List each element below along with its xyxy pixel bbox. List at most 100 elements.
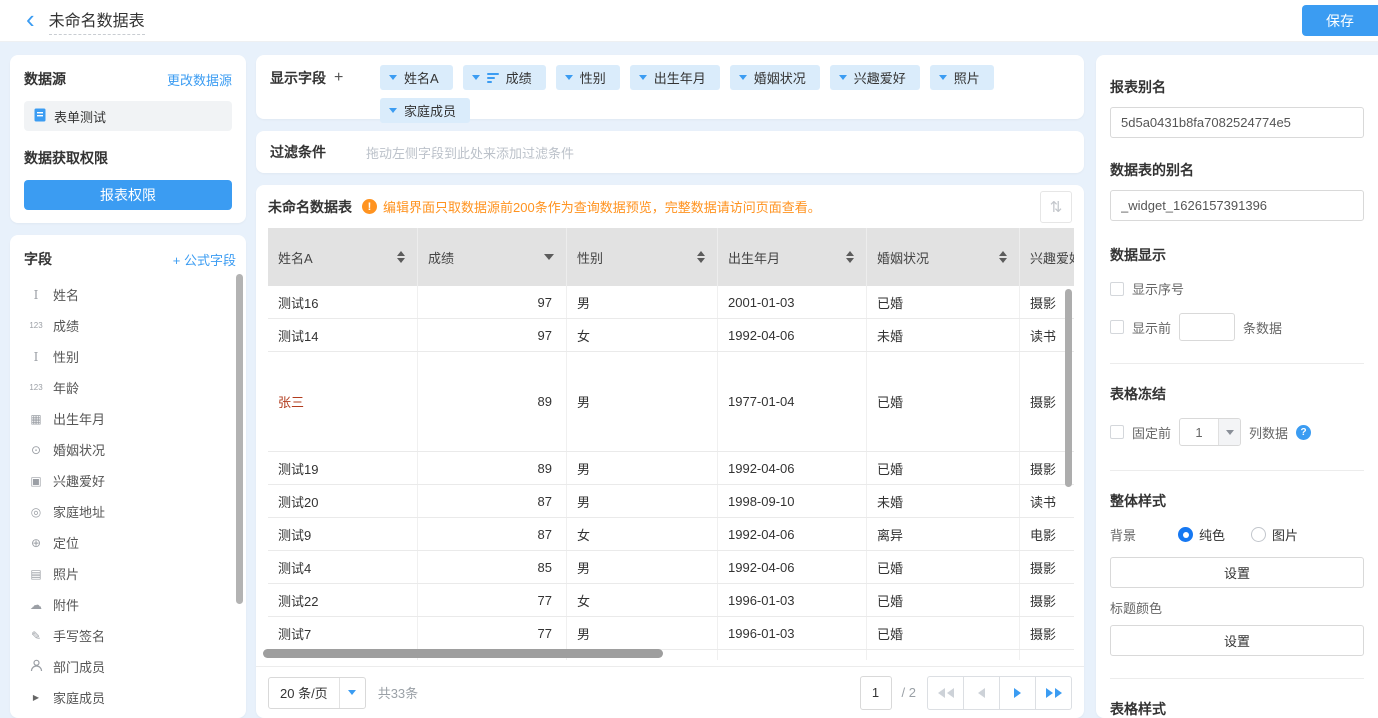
page-number-input[interactable]: 1 bbox=[860, 676, 892, 710]
display-fields-heading: 显示字段 bbox=[270, 68, 326, 88]
field-item[interactable]: ▣兴趣爱好 bbox=[24, 465, 236, 496]
column-header[interactable]: 兴趣爱好 bbox=[1020, 228, 1074, 286]
field-item[interactable]: ▦出生年月 bbox=[24, 403, 236, 434]
report-permission-button[interactable]: 报表权限 bbox=[24, 180, 232, 210]
column-label: 婚姻状况 bbox=[877, 248, 929, 267]
chevron-down-icon bbox=[389, 108, 397, 113]
display-field-chip[interactable]: 兴趣爱好 bbox=[830, 65, 920, 90]
filter-dropzone-placeholder[interactable]: 拖动左侧字段到此处来添加过滤条件 bbox=[366, 143, 574, 162]
table-row: 测试1497女1992-04-06未婚读书 bbox=[268, 319, 1074, 352]
field-label: 手写签名 bbox=[53, 626, 105, 645]
table-cell: 测试20 bbox=[268, 485, 418, 517]
field-item[interactable]: 123年龄 bbox=[24, 372, 236, 403]
cloud-icon: ☁ bbox=[28, 598, 44, 612]
column-header[interactable]: 婚姻状况 bbox=[867, 228, 1020, 286]
fields-heading: 字段 bbox=[24, 249, 52, 269]
add-formula-field-link[interactable]: + 公式字段 bbox=[173, 250, 236, 269]
last-page-button[interactable] bbox=[1035, 676, 1072, 710]
display-field-chip[interactable]: 照片 bbox=[930, 65, 994, 90]
chevron-down-icon bbox=[939, 75, 947, 80]
field-list: I姓名123成绩I性别123年龄▦出生年月⊙婚姻状况▣兴趣爱好◎家庭地址⊕定位▤… bbox=[24, 279, 236, 713]
sort-settings-button[interactable]: ⇅ bbox=[1040, 191, 1072, 223]
field-label: 家庭成员 bbox=[53, 688, 105, 707]
divider bbox=[1110, 470, 1364, 471]
page-title[interactable]: 未命名数据表 bbox=[49, 7, 145, 35]
warning-icon: ! bbox=[362, 199, 377, 214]
field-item[interactable]: ◎家庭地址 bbox=[24, 496, 236, 527]
chip-label: 兴趣爱好 bbox=[854, 68, 906, 87]
image-radio[interactable] bbox=[1251, 527, 1266, 542]
table-vertical-scrollbar[interactable] bbox=[1065, 289, 1072, 487]
column-header[interactable]: 出生年月 bbox=[718, 228, 867, 286]
title-color-set-button[interactable]: 设置 bbox=[1110, 625, 1364, 656]
table-cell: 1992-04-06 bbox=[718, 551, 867, 583]
table-cell: 77 bbox=[418, 617, 567, 649]
page-size-select[interactable]: 20 条/页 bbox=[268, 677, 366, 709]
field-label: 婚姻状况 bbox=[53, 440, 105, 459]
field-item[interactable]: ✎手写签名 bbox=[24, 620, 236, 651]
table-cell: 已婚 bbox=[867, 584, 1020, 616]
table-cell: 测试22 bbox=[268, 584, 418, 616]
background-set-button[interactable]: 设置 bbox=[1110, 557, 1364, 588]
field-item[interactable]: ⊕定位 bbox=[24, 527, 236, 558]
back-icon[interactable]: ‹ bbox=[26, 9, 35, 29]
show-index-checkbox[interactable] bbox=[1110, 282, 1124, 296]
field-item[interactable]: I姓名 bbox=[24, 279, 236, 310]
column-header[interactable]: 性别 bbox=[567, 228, 718, 286]
table-header-row: 姓名A成绩性别 出生年月婚姻状况 兴趣爱好 bbox=[268, 228, 1074, 286]
row-limit-input[interactable] bbox=[1179, 313, 1235, 341]
solid-color-label: 纯色 bbox=[1199, 525, 1225, 544]
field-item[interactable]: ☁附件 bbox=[24, 589, 236, 620]
table-horizontal-scrollbar[interactable] bbox=[263, 649, 663, 658]
report-alias-input[interactable] bbox=[1110, 107, 1364, 138]
field-item[interactable]: ⊙婚姻状况 bbox=[24, 434, 236, 465]
divider bbox=[1110, 678, 1364, 679]
chip-label: 婚姻状况 bbox=[754, 68, 806, 87]
field-item[interactable]: ▶ 家庭成员 bbox=[24, 682, 236, 713]
datasource-item[interactable]: 表单测试 bbox=[24, 101, 232, 131]
first-page-button[interactable] bbox=[927, 676, 964, 710]
change-datasource-link[interactable]: 更改数据源 bbox=[167, 70, 232, 89]
display-field-chip[interactable]: 成绩 bbox=[463, 65, 546, 90]
sort-icon bbox=[999, 251, 1007, 263]
freeze-checkbox[interactable] bbox=[1110, 425, 1124, 439]
solid-color-radio[interactable] bbox=[1178, 527, 1193, 542]
expand-icon: ▶ bbox=[28, 693, 44, 702]
chip-label: 姓名A bbox=[404, 68, 439, 87]
column-header[interactable]: 姓名A bbox=[268, 228, 418, 286]
filter-panel: 过滤条件 拖动左侧字段到此处来添加过滤条件 bbox=[256, 131, 1084, 173]
add-display-field-icon[interactable]: + bbox=[334, 71, 343, 85]
table-cell: 已婚 bbox=[867, 352, 1020, 451]
save-button[interactable]: 保存 bbox=[1302, 5, 1378, 36]
table-cell: 张三 bbox=[268, 352, 418, 451]
display-field-chip[interactable]: 出生年月 bbox=[630, 65, 720, 90]
page-count: / 2 bbox=[902, 685, 916, 700]
show-first-checkbox[interactable] bbox=[1110, 320, 1124, 334]
field-item[interactable]: I性别 bbox=[24, 341, 236, 372]
number-icon: 123 bbox=[28, 321, 44, 330]
column-label: 性别 bbox=[577, 248, 603, 267]
table-cell: 男 bbox=[567, 617, 718, 649]
table-alias-input[interactable] bbox=[1110, 190, 1364, 221]
field-item[interactable]: 123成绩 bbox=[24, 310, 236, 341]
table-cell: 读书 bbox=[1020, 485, 1074, 517]
freeze-count-select[interactable]: 1 bbox=[1179, 418, 1241, 446]
fields-scrollbar[interactable] bbox=[236, 274, 243, 604]
display-field-chip[interactable]: 性别 bbox=[556, 65, 620, 90]
data-table-panel: 未命名数据表 ! 编辑界面只取数据源前200条作为查询数据预览，完整数据请访问页… bbox=[256, 185, 1084, 718]
display-field-chip[interactable]: 婚姻状况 bbox=[730, 65, 820, 90]
table-row: 测试485男1992-04-06已婚摄影 bbox=[268, 551, 1074, 584]
total-count: 共33条 bbox=[378, 683, 418, 702]
table-row: 测试1697男2001-01-03已婚摄影 bbox=[268, 286, 1074, 319]
table-cell: 测试19 bbox=[268, 452, 418, 484]
column-header[interactable]: 成绩 bbox=[418, 228, 567, 286]
prev-page-button[interactable] bbox=[963, 676, 1000, 710]
help-icon[interactable]: ? bbox=[1296, 425, 1311, 440]
field-item[interactable]: ▤照片 bbox=[24, 558, 236, 589]
display-field-chip[interactable]: 姓名A bbox=[380, 65, 453, 90]
next-page-button[interactable] bbox=[999, 676, 1036, 710]
table-cell: 男 bbox=[567, 551, 718, 583]
field-item[interactable]: 部门成员 bbox=[24, 651, 236, 682]
display-field-chip[interactable]: 家庭成员 bbox=[380, 98, 470, 123]
chip-label: 性别 bbox=[580, 68, 606, 87]
